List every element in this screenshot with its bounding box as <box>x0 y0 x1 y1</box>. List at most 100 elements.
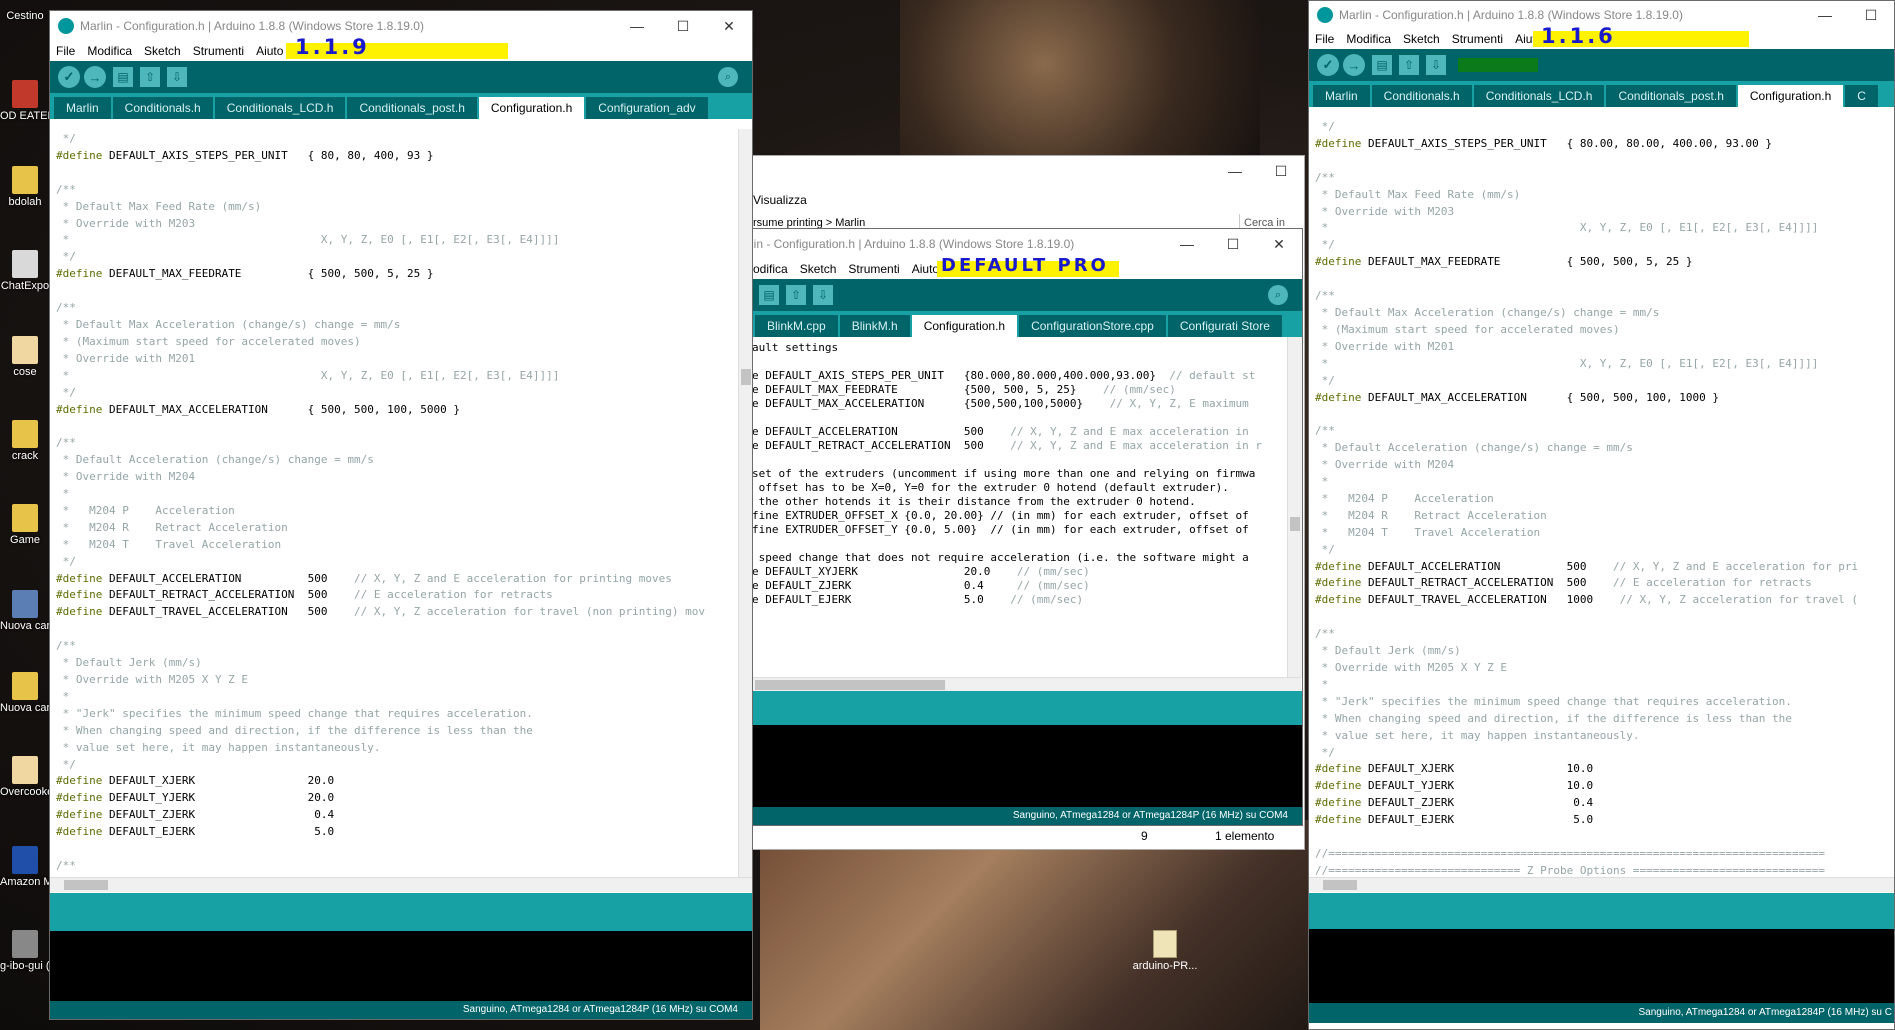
desktop-icon-nuova-cartella-2[interactable]: Nuova cartella (2 <box>0 672 50 714</box>
upload-icon[interactable]: → <box>84 66 106 88</box>
desktop-icon-od-eater[interactable]: OD EATER <box>0 80 50 122</box>
new-file-icon[interactable]: ▤ <box>113 67 133 87</box>
arduino-window-1-1-9[interactable]: Marlin - Configuration.h | Arduino 1.8.8… <box>49 10 753 1020</box>
save-icon[interactable]: ⇩ <box>813 285 833 305</box>
scrollbar-thumb[interactable] <box>741 369 751 385</box>
tab-conditionals-post-h[interactable]: Conditionals_post.h <box>347 97 477 119</box>
code-comment: * Default Acceleration (change/s) change… <box>56 453 374 467</box>
desktop-icon-crack[interactable]: crack <box>0 420 50 462</box>
code-editor[interactable]: */ #define DEFAULT_AXIS_STEPS_PER_UNIT { … <box>1309 119 1894 877</box>
menu-sketch[interactable]: Sketch <box>1397 32 1446 46</box>
code-keyword: #define <box>56 571 103 585</box>
menu-sketch[interactable]: Sketch <box>138 44 187 58</box>
desktop-icon-recycle-bin[interactable]: Cestino <box>0 10 50 22</box>
desktop-icon-label: Nuova cartell <box>0 620 50 632</box>
code-keyword: #define <box>56 605 103 619</box>
serial-monitor-icon[interactable]: ⌕ <box>718 67 738 87</box>
code-comment: // X, Y, Z and E acceleration for pri <box>1613 559 1859 573</box>
horizontal-scrollbar[interactable] <box>1309 877 1894 892</box>
close-button[interactable]: ✕ <box>706 18 752 35</box>
horizontal-scrollbar[interactable] <box>751 677 1301 692</box>
code-comment: /** <box>56 436 76 450</box>
tab-conditionals-post-h[interactable]: Conditionals_post.h <box>1606 85 1736 107</box>
code-text[interactable]: ault settings e DEFAULT_AXIS_STEPS_PER_U… <box>751 337 1287 607</box>
vertical-scrollbar[interactable] <box>738 129 752 877</box>
scrollbar-thumb[interactable] <box>64 880 108 890</box>
tab-conditionals-h[interactable]: Conditionals.h <box>112 97 213 119</box>
desktop-icon-cose[interactable]: cose <box>0 336 50 378</box>
code-text[interactable]: */ #define DEFAULT_AXIS_STEPS_PER_UNIT { … <box>1309 119 1894 877</box>
code-editor[interactable]: */ #define DEFAULT_AXIS_STEPS_PER_UNIT { … <box>50 129 738 877</box>
desktop-icon-nuova-cartella[interactable]: Nuova cartell <box>0 590 50 632</box>
desktop-icon-label: Game <box>10 534 40 546</box>
tab-configuration-h[interactable]: Configuration.h <box>911 315 1018 337</box>
code-text[interactable]: */ #define DEFAULT_AXIS_STEPS_PER_UNIT { … <box>50 129 738 875</box>
horizontal-scrollbar[interactable] <box>50 877 752 892</box>
arduino-window-default-pro[interactable]: lin - Configuration.h | Arduino 1.8.8 (W… <box>750 228 1303 826</box>
desktop-icon-bdolah[interactable]: bdolah <box>0 166 50 208</box>
menu-modifica[interactable]: odifica <box>751 262 794 276</box>
code-line: #define DEFAULT_MAX_ACCELERATION { 500, … <box>56 402 738 419</box>
tab-configuration-adv[interactable]: Configuration_adv <box>586 97 708 119</box>
desktop-icon-game[interactable]: Game <box>0 504 50 546</box>
save-icon[interactable]: ⇩ <box>1426 55 1446 75</box>
explorer-menu-view[interactable]: Visualizza <box>751 186 1304 214</box>
code-line: * When changing speed and direction, if … <box>56 723 738 740</box>
tab-configuration-h[interactable]: Configuration.h <box>1737 85 1844 107</box>
upload-icon[interactable]: → <box>1343 54 1365 76</box>
menu-modifica[interactable]: Modifica <box>1340 32 1397 46</box>
tab-blinkm-cpp[interactable]: BlinkM.cpp <box>755 315 838 337</box>
desktop-file-arduino[interactable]: arduino-PR... <box>1120 930 1210 972</box>
open-icon[interactable]: ⇧ <box>786 285 806 305</box>
verify-icon[interactable]: ✓ <box>1317 54 1339 76</box>
menu-strumenti[interactable]: Strumenti <box>1446 32 1509 46</box>
maximize-button[interactable]: ☐ <box>1258 163 1304 180</box>
desktop-icon-overcooked[interactable]: Overcooke 2 <box>0 756 50 798</box>
tab-blinkm-h[interactable]: BlinkM.h <box>839 315 910 337</box>
open-icon[interactable]: ⇧ <box>1399 55 1419 75</box>
tab-configuration-h[interactable]: Configuration.h <box>478 97 585 119</box>
scrollbar-thumb[interactable] <box>1290 517 1300 531</box>
code-token: DEFAULT_MAX_FEEDRATE { 500, 500, 5, 25 } <box>1361 255 1693 269</box>
tab-conditionals-lcd-h[interactable]: Conditionals_LCD.h <box>214 97 346 119</box>
desktop-icon-image-file[interactable]: g-ibo-gui (2).jpeg <box>0 930 50 972</box>
maximize-button[interactable]: ☐ <box>1210 236 1256 253</box>
minimize-button[interactable]: — <box>614 18 660 34</box>
tab-configuration-adv[interactable]: C <box>1845 85 1878 107</box>
code-editor[interactable]: ault settings e DEFAULT_AXIS_STEPS_PER_U… <box>751 337 1287 677</box>
desktop-icon-amazon-music[interactable]: Amazon Music <box>0 846 50 888</box>
tab-marlin[interactable]: Marlin <box>1313 85 1370 107</box>
menu-file[interactable]: File <box>50 44 81 58</box>
maximize-button[interactable]: ☐ <box>660 18 706 35</box>
menu-aiuto[interactable]: Aiuto <box>250 44 289 58</box>
menu-modifica[interactable]: Modifica <box>81 44 138 58</box>
code-token: DEFAULT_ACCELERATION 500 <box>102 571 355 585</box>
tab-configuration-store[interactable]: Configurati Store <box>1167 315 1282 337</box>
verify-icon[interactable]: ✓ <box>58 66 80 88</box>
minimize-button[interactable]: — <box>1802 7 1848 23</box>
vertical-scrollbar[interactable] <box>1287 337 1302 677</box>
close-button[interactable]: ✕ <box>1256 236 1302 253</box>
maximize-button[interactable]: ☐ <box>1848 7 1894 24</box>
tab-conditionals-h[interactable]: Conditionals.h <box>1371 85 1472 107</box>
tab-conditionals-lcd-h[interactable]: Conditionals_LCD.h <box>1473 85 1605 107</box>
tab-configurationstore-cpp[interactable]: ConfigurationStore.cpp <box>1019 315 1166 337</box>
scrollbar-thumb[interactable] <box>1323 880 1357 890</box>
desktop-icon-chatexpo[interactable]: ChatExpo <box>0 250 50 292</box>
menu-strumenti[interactable]: Strumenti <box>842 262 905 276</box>
serial-monitor-icon[interactable]: ⌕ <box>1268 285 1288 305</box>
minimize-button[interactable]: — <box>1212 163 1258 179</box>
menu-strumenti[interactable]: Strumenti <box>187 44 250 58</box>
scrollbar-thumb[interactable] <box>755 680 945 690</box>
new-file-icon[interactable]: ▤ <box>759 285 779 305</box>
code-comment: /** <box>1315 170 1335 184</box>
menu-sketch[interactable]: Sketch <box>794 262 843 276</box>
minimize-button[interactable]: — <box>1164 236 1210 252</box>
tab-marlin[interactable]: Marlin <box>54 97 111 119</box>
arduino-window-1-1-6[interactable]: Marlin - Configuration.h | Arduino 1.8.8… <box>1308 0 1895 1030</box>
open-icon[interactable]: ⇧ <box>140 67 160 87</box>
menu-file[interactable]: File <box>1309 32 1340 46</box>
new-file-icon[interactable]: ▤ <box>1372 55 1392 75</box>
save-icon[interactable]: ⇩ <box>167 67 187 87</box>
